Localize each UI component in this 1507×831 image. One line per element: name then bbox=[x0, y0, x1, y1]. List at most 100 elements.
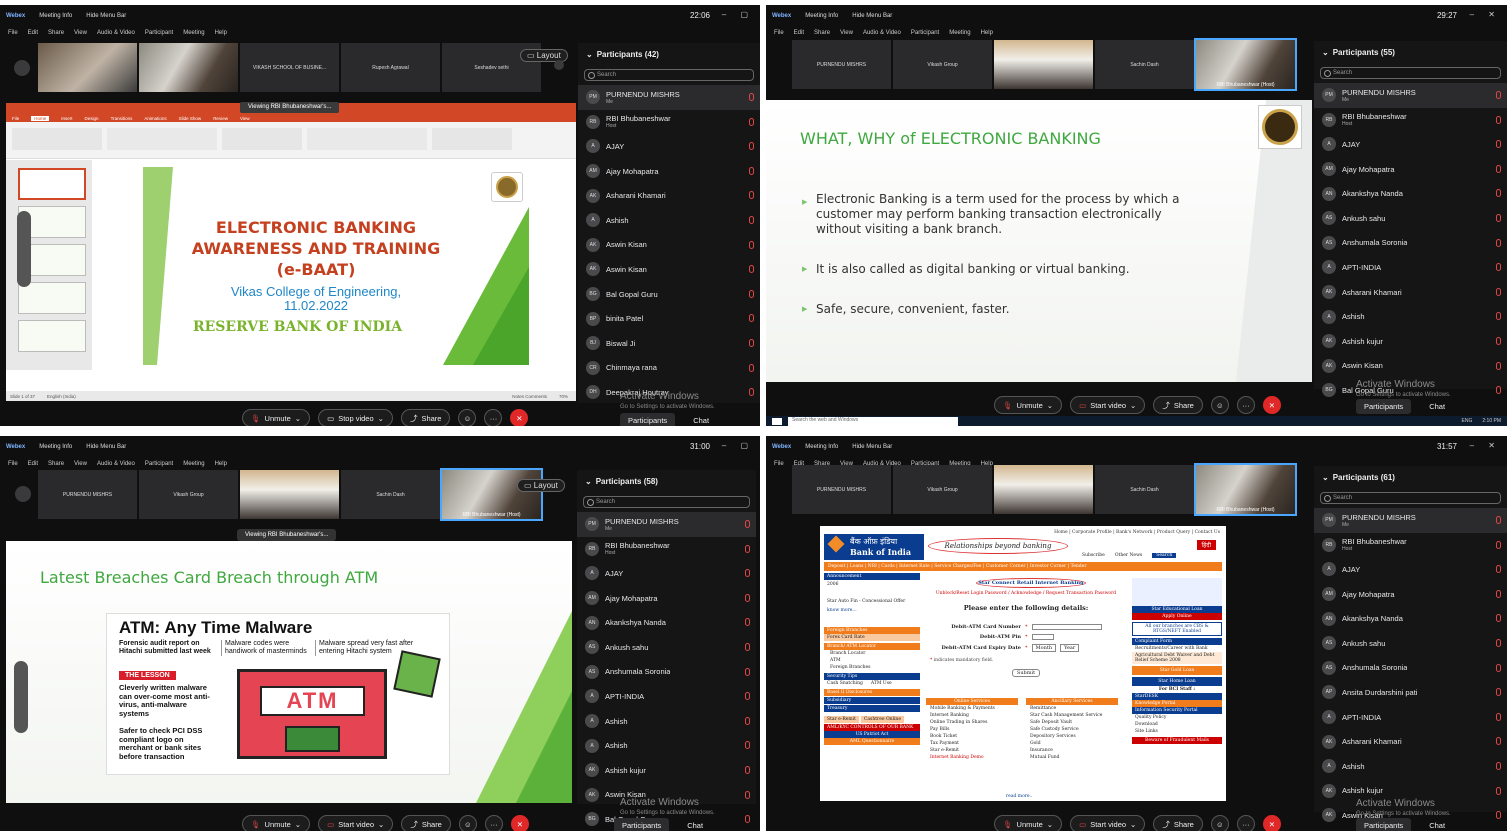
ancillary-link[interactable]: Gold bbox=[1026, 740, 1118, 747]
ppt-tab-insert[interactable]: Insert bbox=[61, 116, 72, 121]
window-controls[interactable]: – ▢ bbox=[722, 441, 754, 450]
chevron-down-icon[interactable]: ⌄ bbox=[585, 477, 592, 486]
participant-search[interactable]: Search bbox=[1320, 67, 1501, 79]
top-links[interactable]: Home | Corporate Profile | Bank's Networ… bbox=[1054, 530, 1220, 535]
participant-row[interactable]: PM PURNENDU MISHRS Me bbox=[1314, 508, 1507, 533]
pin-input[interactable] bbox=[1031, 634, 1054, 640]
read-more-link[interactable]: read more.. bbox=[1006, 794, 1032, 799]
share-button[interactable]: ⤴ Share bbox=[401, 815, 451, 831]
video-tile[interactable]: Vikash Group bbox=[893, 465, 992, 514]
expiry-year-select[interactable]: Year bbox=[1060, 644, 1080, 652]
participant-row[interactable]: PM PURNENDU MISHRS Me bbox=[578, 85, 760, 110]
participant-row[interactable]: AM Ajay Mohapatra bbox=[1314, 582, 1507, 607]
participant-row[interactable]: CR Chinmaya rana bbox=[578, 356, 760, 381]
participant-row[interactable]: AP Ansita Durdarshini pati bbox=[1314, 680, 1507, 705]
ancillary-link[interactable]: Depository Services bbox=[1026, 733, 1118, 740]
more-options-button[interactable]: ··· bbox=[1236, 396, 1255, 414]
hide-menu-bar-button[interactable]: Hide Menu Bar bbox=[852, 444, 892, 450]
participant-row[interactable]: AS Ankush sahu bbox=[1314, 631, 1507, 656]
participant-row[interactable]: AK Ashish kujur bbox=[1314, 329, 1507, 354]
menu-participant[interactable]: Participant bbox=[911, 30, 939, 36]
tab-chat[interactable]: Chat bbox=[1429, 402, 1445, 411]
submit-button[interactable]: Submit bbox=[1012, 669, 1040, 677]
video-tile[interactable] bbox=[994, 465, 1093, 514]
menu-share[interactable]: Share bbox=[48, 30, 64, 36]
basel-link[interactable]: Basel II Disclosures bbox=[824, 689, 920, 696]
participant-row[interactable]: PM PURNENDU MISHRS Me bbox=[577, 512, 756, 537]
online-link[interactable]: Book Ticket bbox=[926, 733, 1018, 740]
password-links[interactable]: Unblock/Reset Login Password / Acknowled… bbox=[926, 591, 1126, 596]
menu-audio-video[interactable]: Audio & Video bbox=[97, 30, 135, 36]
video-tile[interactable]: Sachin Dash bbox=[1095, 465, 1194, 514]
participant-row[interactable]: BJ Biswal Ji bbox=[578, 331, 760, 356]
tab-participants[interactable]: Participants bbox=[1356, 399, 1412, 414]
fraud-warning-link[interactable]: Beware of Fraudulent Mails bbox=[1132, 737, 1222, 744]
tab-participants[interactable]: Participants bbox=[614, 818, 670, 831]
participant-row[interactable]: AS Anshumala Soronia bbox=[1314, 656, 1507, 681]
meeting-info-button[interactable]: Meeting Info bbox=[805, 13, 838, 19]
ancillary-link[interactable]: Safe Deposit Vault bbox=[1026, 719, 1118, 726]
participant-row[interactable]: AM Ajay Mohapatra bbox=[578, 159, 760, 184]
download-link[interactable]: Download bbox=[1132, 721, 1222, 728]
participant-row[interactable]: RB RBI Bhubaneshwar Host bbox=[577, 537, 756, 562]
chevron-down-icon[interactable]: ⌄ bbox=[1322, 48, 1329, 57]
online-link[interactable]: Tax Payment bbox=[926, 740, 1018, 747]
menu-file[interactable]: File bbox=[774, 461, 784, 467]
chevron-down-icon[interactable]: ⌄ bbox=[586, 50, 593, 59]
menu-meeting[interactable]: Meeting bbox=[183, 461, 204, 467]
menu-view[interactable]: View bbox=[74, 461, 87, 467]
video-tile[interactable]: Rupesh Agrawal bbox=[341, 43, 440, 92]
branch-atm-locator[interactable]: Branch/ ATM Locator bbox=[824, 643, 920, 650]
participant-row[interactable]: BP binita Patel bbox=[578, 306, 760, 331]
announcement-item[interactable]: Star Auto Fin - Concessional Offer bbox=[824, 589, 920, 606]
star-eremit-link[interactable]: Star e-Remit bbox=[824, 716, 859, 723]
ppt-tab-slideshow[interactable]: Slide Show bbox=[179, 116, 202, 121]
cashtree-link[interactable]: Cashtree Online bbox=[860, 716, 904, 723]
leave-meeting-button[interactable]: ✕ bbox=[1262, 815, 1281, 831]
slide-thumbnail[interactable] bbox=[18, 320, 86, 352]
ppt-tab-view[interactable]: View bbox=[240, 116, 250, 121]
participant-search[interactable]: Search bbox=[583, 496, 750, 508]
meeting-info-button[interactable]: Meeting Info bbox=[39, 13, 72, 19]
video-tile[interactable]: Sachin Dash bbox=[341, 470, 440, 519]
careers-link[interactable]: Recruitments/Career with Bank bbox=[1132, 645, 1222, 652]
participant-row[interactable]: A APTI-INDIA bbox=[1314, 255, 1507, 280]
video-tile[interactable]: PURNENDU MISHRS bbox=[792, 40, 891, 89]
chevron-down-icon[interactable]: ⌄ bbox=[1322, 473, 1329, 482]
menu-help[interactable]: Help bbox=[215, 30, 227, 36]
window-controls[interactable]: – ✕ bbox=[1470, 441, 1501, 450]
ppt-tab-home[interactable]: Home bbox=[31, 115, 50, 121]
ancillary-link[interactable]: Star Cash Management Service bbox=[1026, 712, 1118, 719]
start-video-button[interactable]: ▭ Start video ⌄ bbox=[1070, 396, 1146, 414]
participant-row[interactable]: A Ashish bbox=[577, 733, 756, 758]
ppt-tab-file[interactable]: File bbox=[12, 116, 19, 121]
menu-meeting[interactable]: Meeting bbox=[949, 30, 970, 36]
branch-locator-link[interactable]: Branch Locator bbox=[824, 650, 920, 657]
layout-button[interactable]: ▭ Layout bbox=[517, 479, 565, 492]
main-nav[interactable]: Deposit | Loans | NRI | Cards | Internet… bbox=[824, 562, 1222, 571]
security-tip-link[interactable]: ATM Use bbox=[871, 681, 892, 686]
participant-row[interactable]: A AJAY bbox=[577, 561, 756, 586]
reactions-button[interactable]: ☺ bbox=[458, 815, 477, 831]
participant-row[interactable]: AS Ankush sahu bbox=[1314, 206, 1507, 231]
strip-prev-button[interactable] bbox=[15, 486, 31, 502]
participant-row[interactable]: A Ashish bbox=[577, 709, 756, 734]
menu-file[interactable]: File bbox=[774, 30, 784, 36]
participant-row[interactable]: RB RBI Bhubaneshwar Host bbox=[1314, 108, 1507, 133]
reactions-button[interactable]: ☺ bbox=[458, 409, 477, 426]
reactions-button[interactable]: ☺ bbox=[1210, 396, 1229, 414]
participant-row[interactable]: A Ashish bbox=[1314, 304, 1507, 329]
video-tile[interactable] bbox=[139, 43, 238, 92]
video-tile[interactable] bbox=[38, 43, 137, 92]
online-link[interactable]: Pay Bills bbox=[926, 726, 1018, 733]
unmute-button[interactable]: 🎙 Unmute ⌄ bbox=[242, 409, 311, 426]
stop-video-button[interactable]: ▭ Stop video ⌄ bbox=[318, 409, 393, 426]
subsidiary-link[interactable]: Subsidiary bbox=[824, 697, 920, 704]
search-button[interactable]: Search bbox=[1152, 553, 1177, 558]
gold-loan-link[interactable]: Star Gold Loan bbox=[1132, 666, 1222, 675]
more-options-button[interactable]: ··· bbox=[484, 815, 503, 831]
menu-view[interactable]: View bbox=[840, 30, 853, 36]
menu-meeting[interactable]: Meeting bbox=[183, 30, 204, 36]
menu-participant[interactable]: Participant bbox=[145, 30, 173, 36]
participant-search[interactable]: Search bbox=[584, 69, 754, 81]
